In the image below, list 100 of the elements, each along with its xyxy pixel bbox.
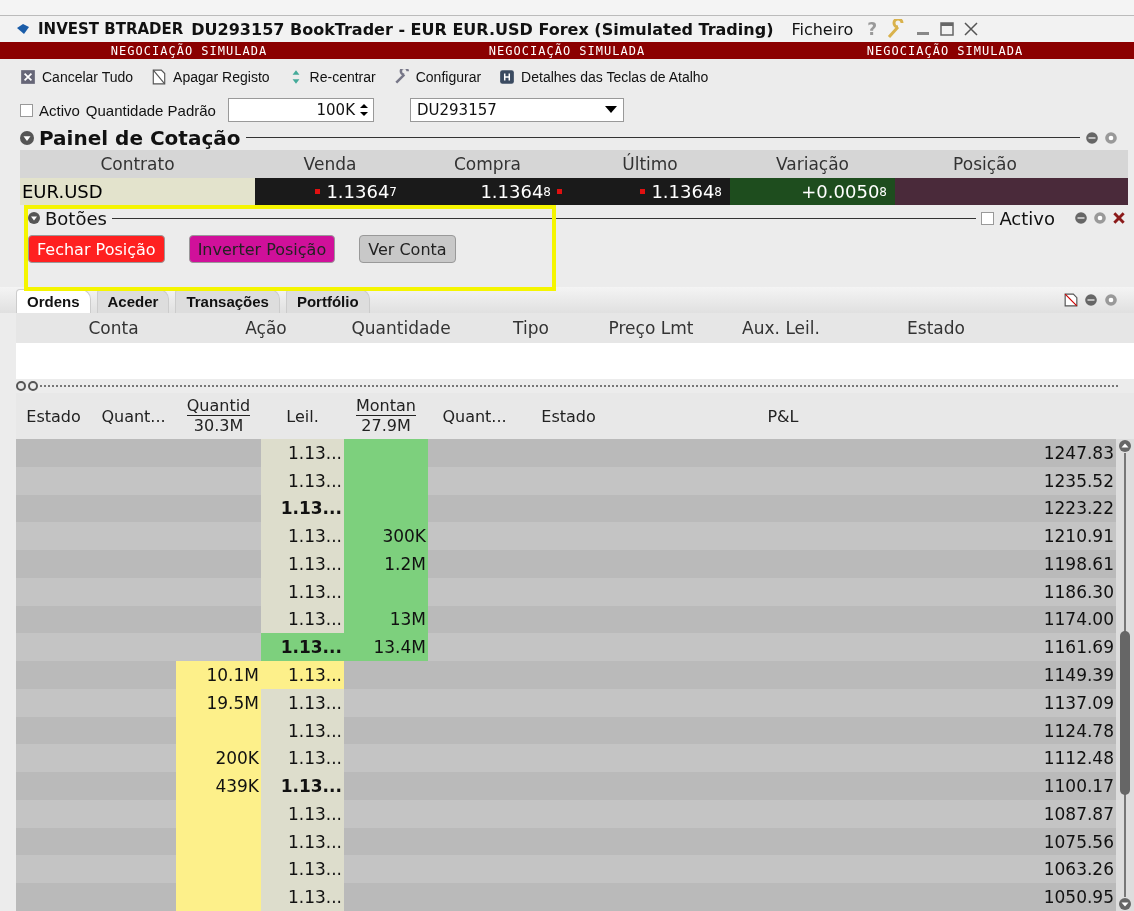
price-cell[interactable]: 1.13...: [261, 883, 344, 911]
configure-tool[interactable]: Configurar: [393, 69, 482, 85]
pnl-cell-text: 1137.09: [1042, 691, 1115, 715]
tab[interactable]: Aceder: [96, 289, 170, 313]
bid-size-cell[interactable]: 19.5M: [176, 688, 261, 717]
ask-size-cell[interactable]: [344, 439, 428, 467]
ask-cell: 1.1364$^{8}$: [405, 178, 570, 205]
column-header: Quant...: [442, 406, 507, 426]
pnl-cell-text: 1186.30: [1042, 580, 1115, 604]
column-header: Posição: [952, 153, 1018, 176]
price-cell[interactable]: 1.13...: [261, 661, 344, 689]
price-cell[interactable]: 1.13...: [261, 688, 344, 717]
center-tool[interactable]: Re-centrar: [287, 69, 376, 85]
cancel-icon: [20, 69, 36, 85]
ask-size-cell[interactable]: 13M: [344, 605, 428, 634]
pnl-cell-text: 1210.91: [1042, 525, 1115, 549]
action-button[interactable]: Ver Conta: [359, 235, 456, 263]
active-checkbox[interactable]: [20, 103, 33, 117]
contract-cell: EUR.USD: [20, 178, 255, 205]
erase-tool[interactable]: Apagar Registo: [151, 69, 270, 85]
tab[interactable]: Ordens: [16, 289, 91, 313]
column-header: Estado: [541, 406, 596, 426]
account-dropdown[interactable]: DU293157: [409, 98, 624, 122]
price-cell[interactable]: 1.13...: [261, 827, 344, 856]
ask-size-cell[interactable]: 13.4M: [344, 633, 428, 662]
wrench-icon: [393, 69, 410, 85]
scroll-thumb[interactable]: [1120, 630, 1130, 795]
keyboard-key-icon: [499, 69, 516, 85]
column-header: Quantidade: [350, 317, 452, 340]
column-header: Contrato: [99, 153, 176, 176]
column-header: Ação: [244, 317, 288, 340]
price-cell[interactable]: 1.13...: [261, 855, 344, 884]
banner-text: NEGOCIAÇÃO SIMULADA: [110, 43, 268, 58]
tab[interactable]: Transações: [175, 289, 280, 313]
pnl-cell-text: 1124.78: [1042, 719, 1115, 743]
window-title: DU293157 BookTrader - EUR EUR.USD Forex (Simulated Trading): [191, 19, 774, 39]
column-header: Tipo: [512, 317, 550, 340]
active-label: Activo: [39, 101, 80, 119]
bid-size-cell[interactable]: 200K: [176, 744, 261, 773]
collapse-icon[interactable]: [28, 212, 40, 224]
price-cell[interactable]: 1.13...: [261, 494, 344, 523]
last-cell: 1.1364$^{8}$: [570, 178, 730, 205]
price-cell[interactable]: 1.13...: [261, 439, 344, 467]
column-header: Conta: [87, 317, 140, 340]
collapse-icon[interactable]: [20, 130, 34, 145]
price-cell[interactable]: 1.13...: [261, 799, 344, 828]
column-total: 30.3M: [193, 415, 244, 435]
pnl-cell-text: 1100.17: [1042, 775, 1115, 799]
price-cell[interactable]: 1.13...: [261, 605, 344, 634]
file-menu[interactable]: Ficheiro: [791, 19, 854, 39]
column-header: P&L: [767, 406, 799, 426]
dropdown-caret-icon: [604, 106, 617, 114]
column-header: Preço Lmt: [607, 317, 695, 340]
cancel-tool[interactable]: Cancelar Tudo: [20, 69, 134, 85]
ask-size-cell[interactable]: 1.2M: [344, 550, 428, 578]
spinner-arrows-icon: [358, 103, 369, 117]
banner-text: NEGOCIAÇÃO SIMULADA: [866, 43, 1024, 58]
erase-icon[interactable]: [1064, 293, 1078, 307]
column-header: Estado: [26, 406, 81, 426]
bid-size-cell[interactable]: 10.1M: [176, 661, 261, 689]
column-total: 27.9M: [361, 415, 411, 435]
pnl-cell-text: 1198.61: [1042, 552, 1115, 576]
price-cell[interactable]: 1.13...: [261, 772, 344, 800]
pnl-cell-text: 1174.00: [1042, 608, 1115, 632]
price-cell[interactable]: 1.13...: [261, 522, 344, 551]
column-header: Quant...: [101, 406, 166, 426]
pnl-cell-text: 1235.52: [1042, 469, 1115, 493]
tab[interactable]: Portfólio: [285, 289, 370, 313]
pnl-cell-text: 1050.95: [1042, 886, 1115, 910]
pnl-cell-text: 1063.26: [1042, 858, 1115, 882]
price-cell[interactable]: 1.13...: [261, 744, 344, 773]
close-icon[interactable]: [963, 21, 980, 37]
column-header: Leil.: [286, 406, 319, 426]
maximize-icon[interactable]: [939, 21, 956, 37]
action-button[interactable]: Fechar Posição: [28, 235, 165, 263]
scrollbar[interactable]: [1116, 439, 1134, 911]
price-cell[interactable]: 1.13...: [261, 577, 344, 606]
change-cell: +0.0050$^{8}$: [730, 178, 895, 205]
ask-size-cell[interactable]: 300K: [344, 522, 428, 551]
bid-size-cell[interactable]: [176, 883, 261, 911]
column-header: Venda: [302, 153, 358, 176]
page-icon: [151, 69, 168, 85]
active-checkbox[interactable]: [981, 211, 995, 225]
price-cell[interactable]: 1.13...: [261, 550, 344, 578]
price-cell[interactable]: 1.13...: [261, 716, 344, 745]
close-icon[interactable]: [1112, 211, 1126, 225]
column-header: Compra: [453, 153, 522, 176]
pnl-cell-text: 1075.56: [1042, 830, 1115, 854]
banner-text: NEGOCIAÇÃO SIMULADA: [488, 43, 646, 58]
price-cell[interactable]: 1.13...: [261, 633, 344, 662]
pnl-cell-text: 1223.22: [1042, 497, 1115, 521]
active-label: Activo: [999, 207, 1055, 229]
quantity-spinner[interactable]: 100K: [227, 98, 374, 122]
column-header: Quantid: [186, 397, 251, 416]
panel-title: Painel de Cotação: [39, 125, 241, 150]
hotkeys-tool[interactable]: Detalhes das Teclas de Atalho: [499, 69, 709, 85]
bid-size-cell[interactable]: 439K: [176, 772, 261, 800]
column-header: Montan: [356, 397, 416, 416]
pnl-cell-text: 1112.48: [1042, 747, 1115, 771]
price-cell[interactable]: 1.13...: [261, 466, 344, 495]
